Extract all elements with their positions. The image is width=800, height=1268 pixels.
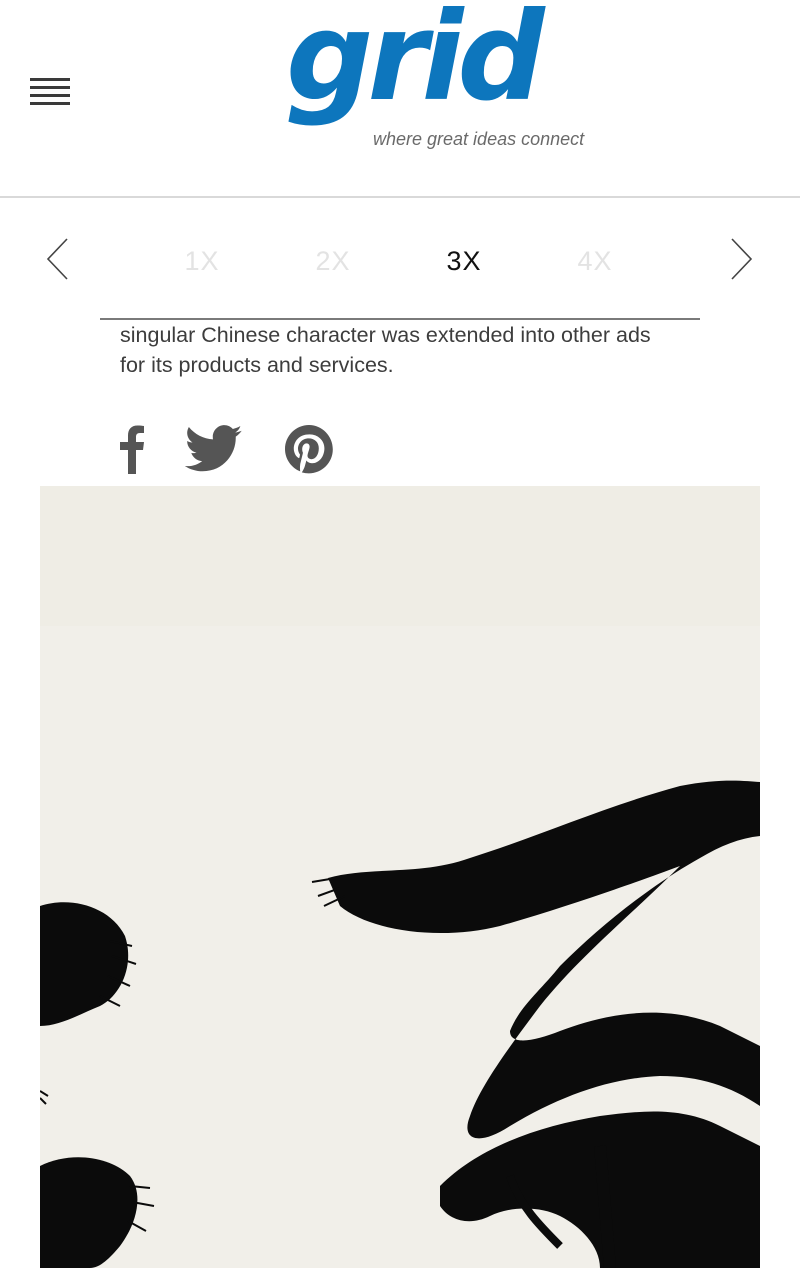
hamburger-menu-icon[interactable] — [30, 78, 70, 106]
chevron-right-icon[interactable] — [731, 238, 753, 280]
zoom-option-3x[interactable]: 3X — [434, 246, 494, 277]
logo-tagline: where great ideas connect — [373, 129, 585, 149]
zoom-option-2x[interactable]: 2X — [303, 246, 363, 277]
site-logo[interactable]: grid where great ideas connect — [286, 0, 586, 174]
pinterest-icon[interactable] — [285, 424, 333, 474]
facebook-icon[interactable] — [118, 424, 146, 474]
zoom-option-4x[interactable]: 4X — [565, 246, 625, 277]
twitter-icon[interactable] — [185, 424, 243, 474]
zoom-option-1x[interactable]: 1X — [172, 246, 232, 277]
site-header: grid where great ideas connect — [0, 0, 800, 198]
logo-wordmark: grid — [286, 0, 545, 128]
zoom-selector: 1X 2X 3X 4X — [0, 198, 800, 318]
chinese-calligraphy-image — [40, 486, 760, 1268]
chevron-left-icon[interactable] — [46, 238, 68, 280]
article-caption: singular Chinese character was extended … — [120, 323, 651, 377]
